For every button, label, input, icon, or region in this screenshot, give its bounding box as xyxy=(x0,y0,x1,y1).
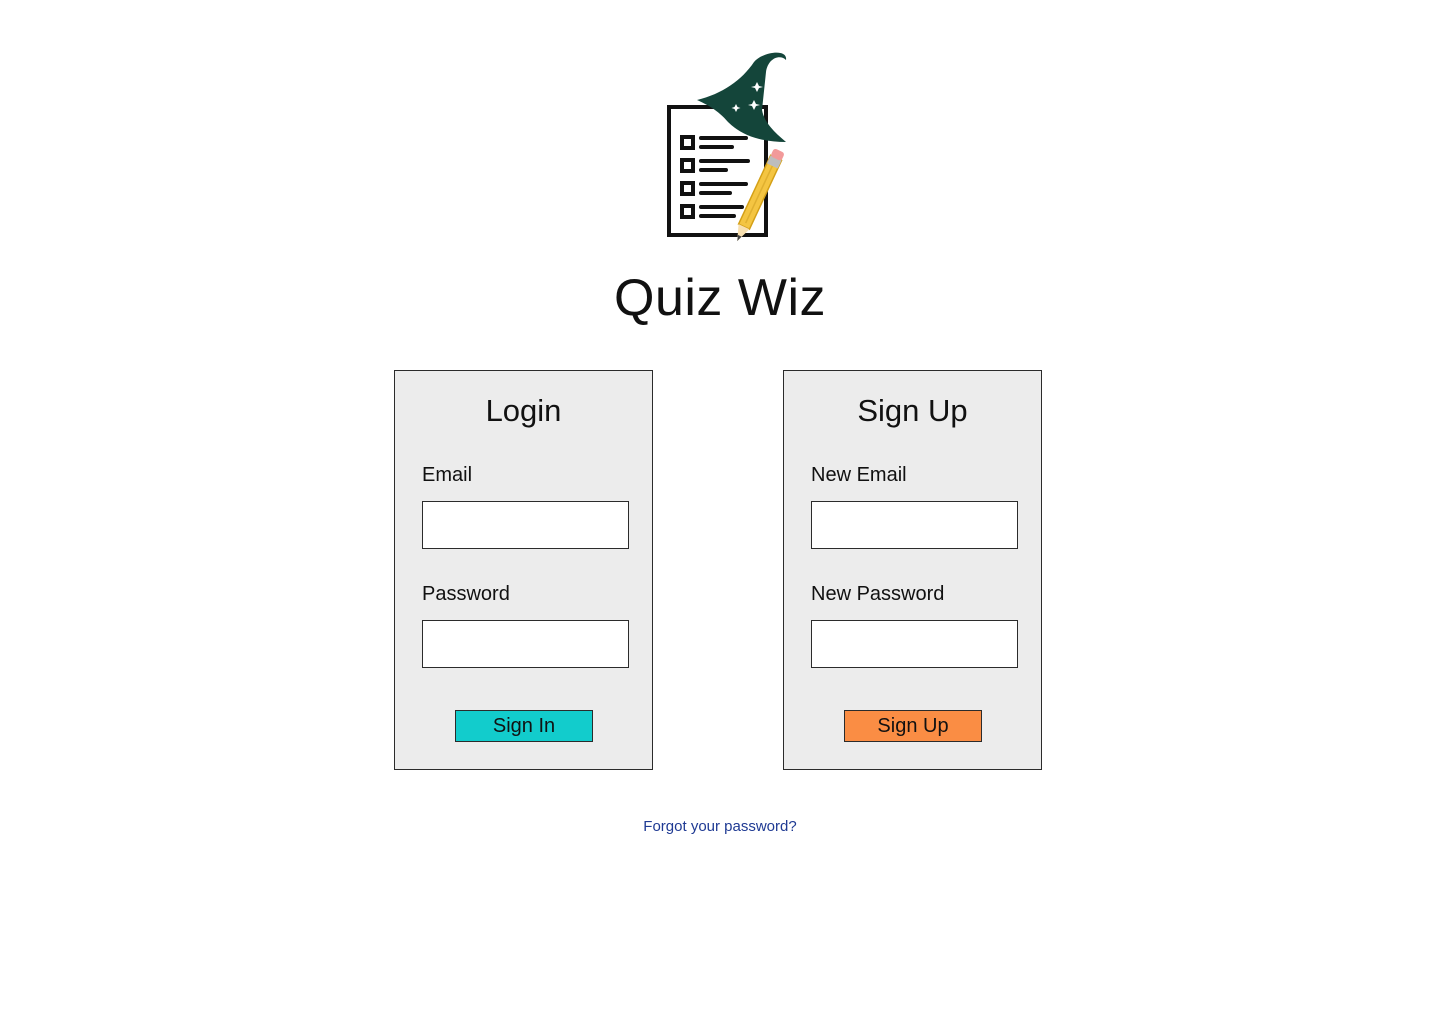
signup-password-input[interactable] xyxy=(811,620,1018,668)
sign-up-button[interactable]: Sign Up xyxy=(844,710,982,742)
login-email-input[interactable] xyxy=(422,501,629,549)
login-email-label: Email xyxy=(422,464,473,486)
sign-in-button[interactable]: Sign In xyxy=(455,710,593,742)
signup-panel: Sign Up New Email New Password Sign Up xyxy=(783,370,1042,770)
forgot-password-link[interactable]: Forgot your password? xyxy=(643,818,796,835)
signup-email-input[interactable] xyxy=(811,501,1018,549)
login-panel: Login Email Password Sign In xyxy=(394,370,653,770)
forgot-password-row: Forgot your password? xyxy=(0,817,1440,837)
signup-email-label: New Email xyxy=(811,464,907,486)
login-password-label: Password xyxy=(422,583,510,605)
login-title: Login xyxy=(485,393,562,428)
quiz-wizard-logo-icon xyxy=(667,52,787,242)
login-password-input[interactable] xyxy=(422,620,629,668)
app-title: Quiz Wiz xyxy=(614,269,826,327)
signup-password-label: New Password xyxy=(811,583,945,605)
signup-title: Sign Up xyxy=(857,393,968,428)
